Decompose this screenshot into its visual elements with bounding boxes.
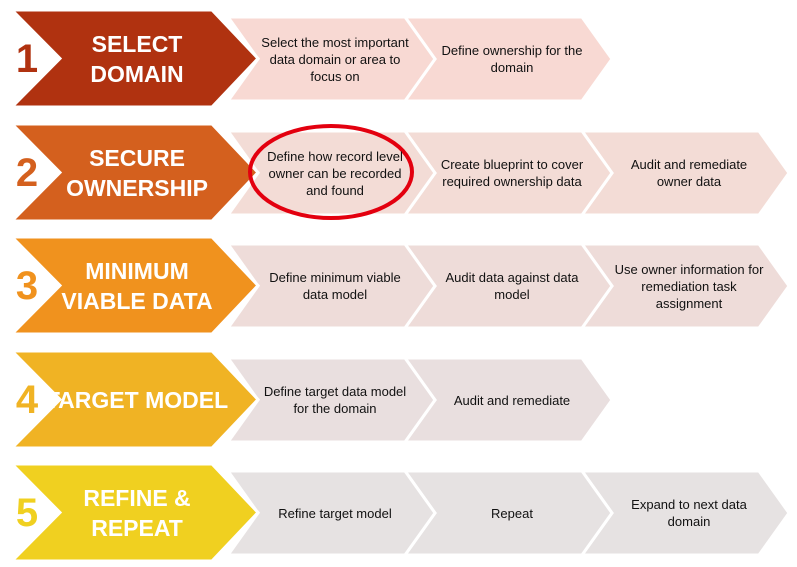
phase-number: 4 <box>15 378 39 422</box>
phase-number: 5 <box>15 491 39 535</box>
phase-title: REFINE & REPEAT <box>83 484 191 541</box>
step-text: Audit and remediate <box>453 392 571 408</box>
phase-number: 3 <box>15 264 39 308</box>
step-text: Expand to next data domain <box>631 497 747 529</box>
phase-title: SELECT DOMAIN <box>90 30 184 87</box>
step-text: Audit and remediate owner data <box>630 157 748 189</box>
phase-number: 1 <box>15 37 39 81</box>
step-text: Define ownership for the domain <box>441 43 583 75</box>
step-text: Refine target model <box>278 505 392 521</box>
phase-title: TARGET MODEL <box>45 386 229 413</box>
step-text: Define target data model for the domain <box>263 384 407 416</box>
step-text: Define how record level owner can be rec… <box>267 148 403 198</box>
phase-title: MINIMUM VIABLE DATA <box>61 257 213 314</box>
step-text: Select the most important data domain or… <box>261 34 409 84</box>
step-text: Repeat <box>491 505 533 521</box>
step-text: Create blueprint to cover required owner… <box>440 157 584 189</box>
phase-title: SECURE OWNERSHIP <box>66 144 208 201</box>
step-text: Define minimum viable data model <box>269 270 401 302</box>
phase-number: 2 <box>15 151 39 195</box>
step-text: Use owner information for remediation ta… <box>614 261 764 311</box>
step-text: Audit data against data model <box>445 270 579 302</box>
